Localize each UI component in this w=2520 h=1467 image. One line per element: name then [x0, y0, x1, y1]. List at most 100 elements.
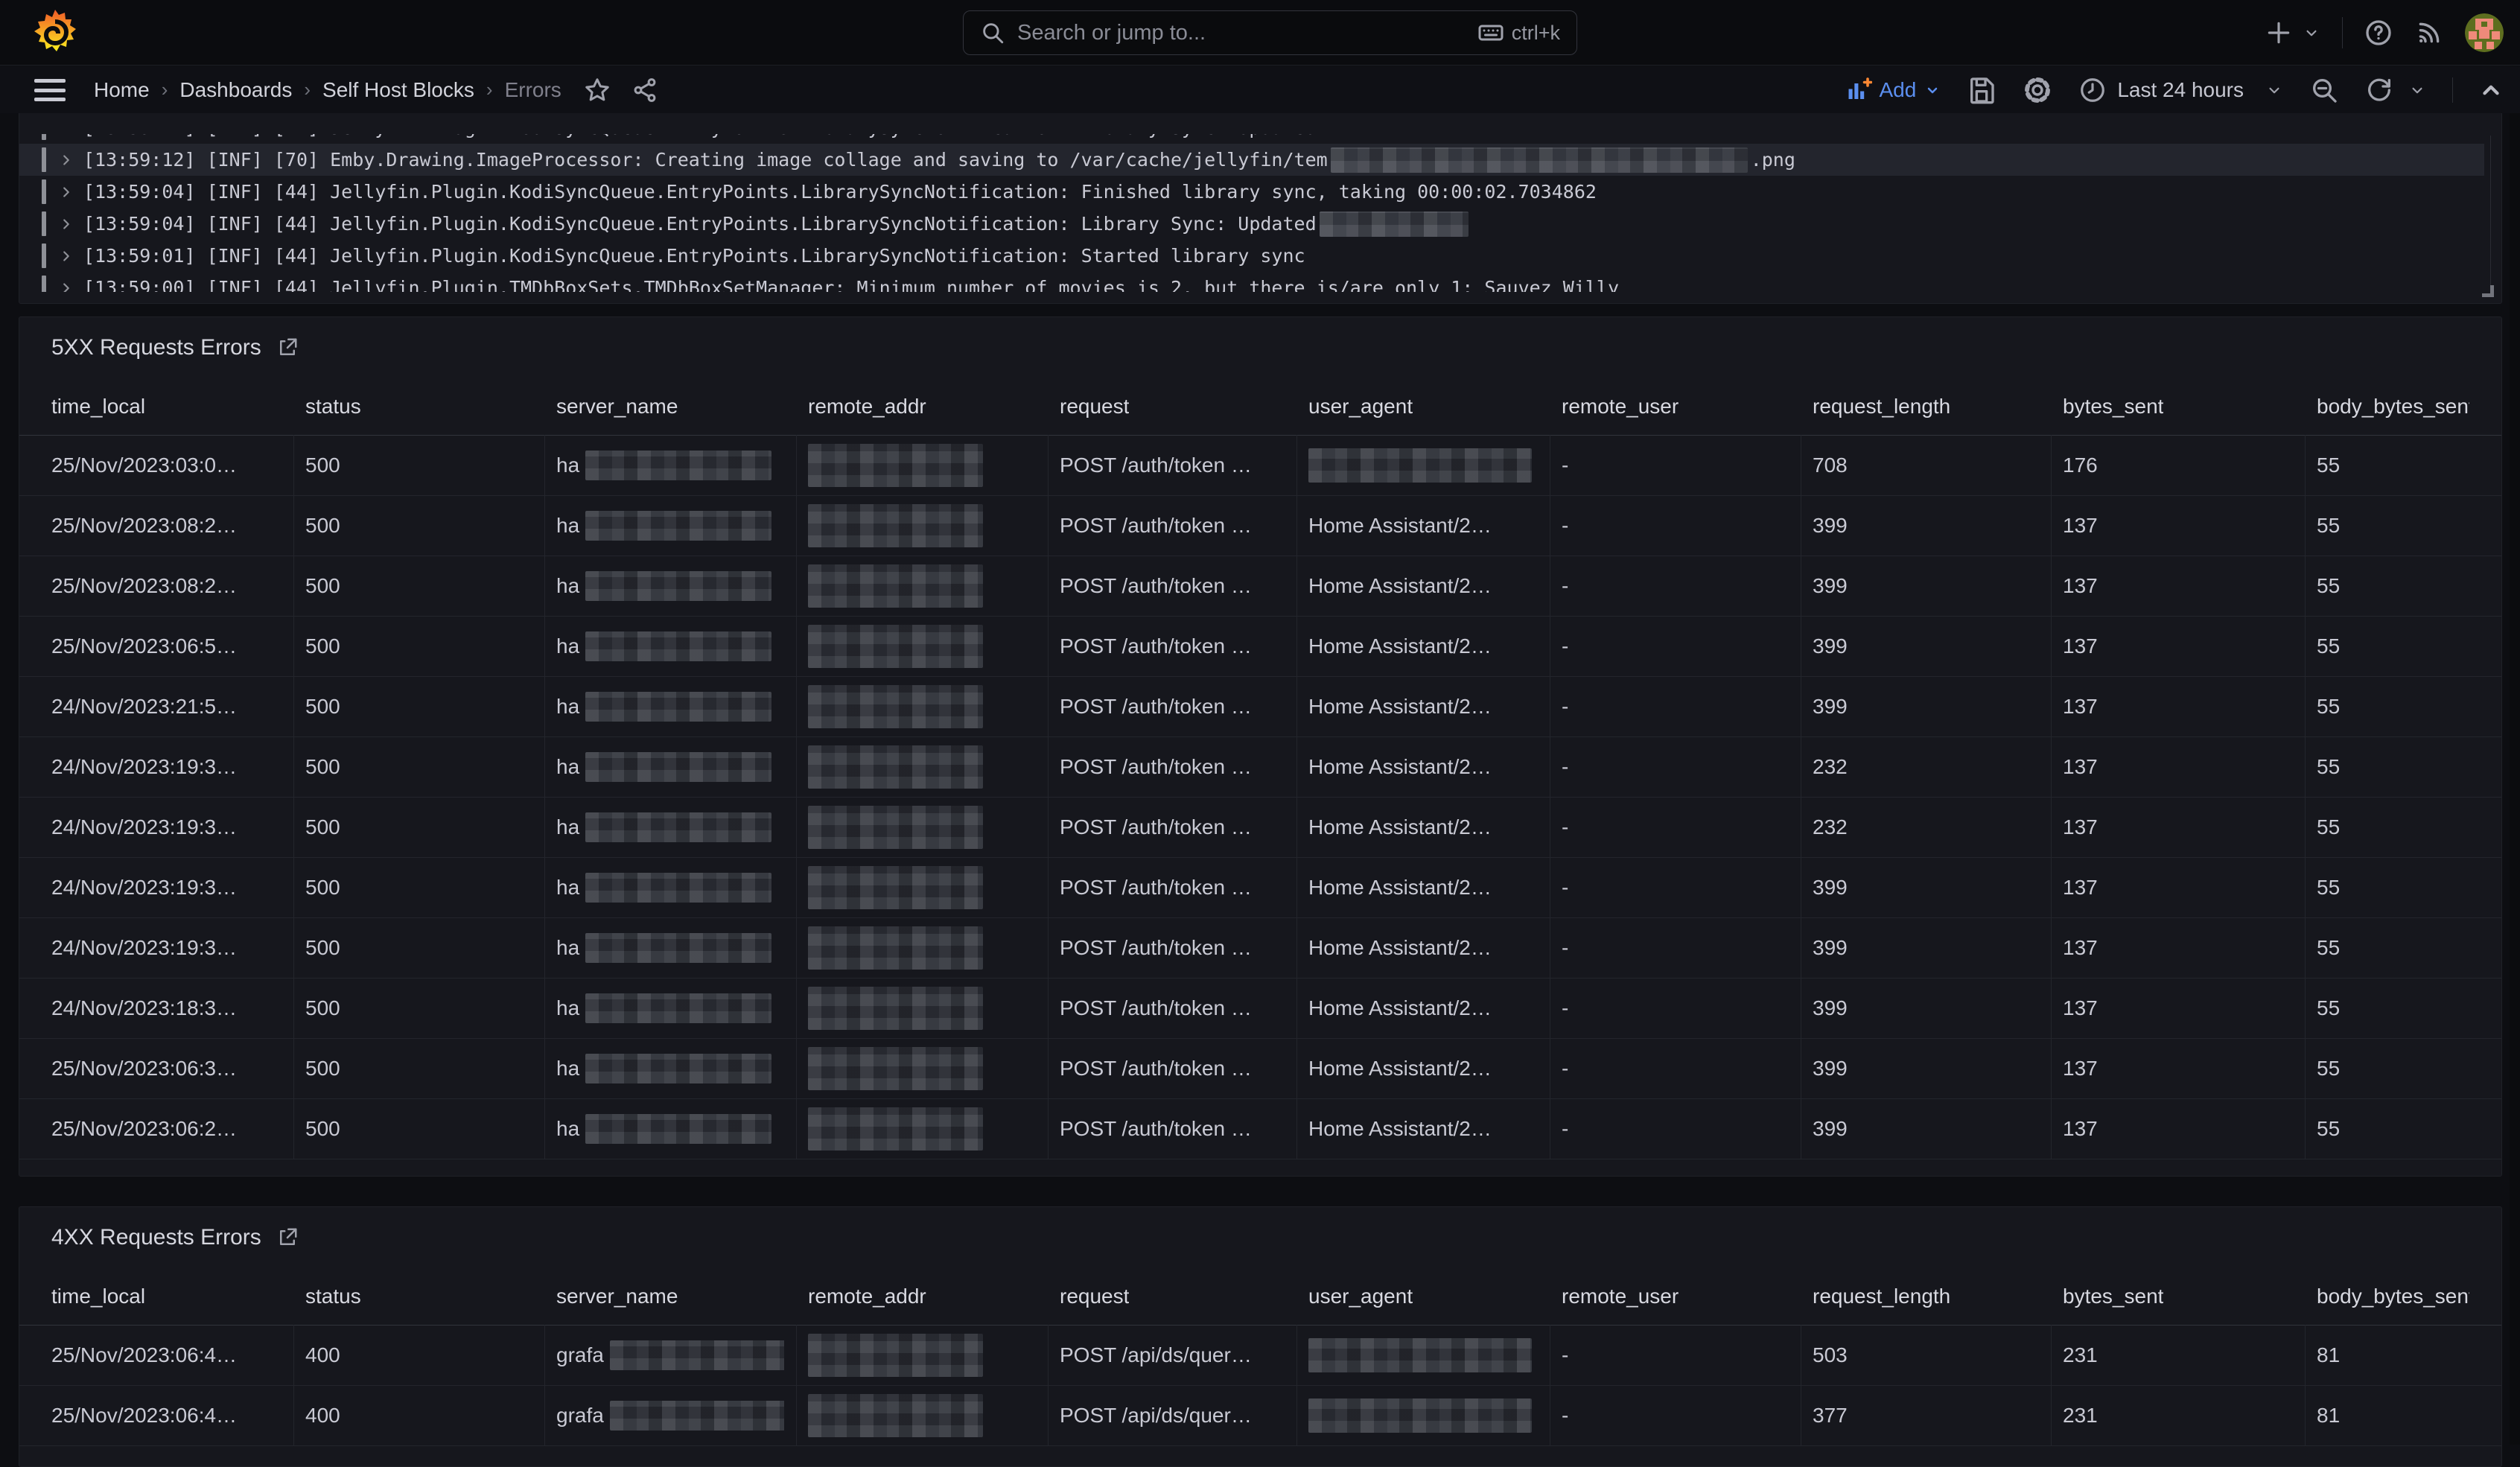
cell-request[interactable]: POST /auth/token …	[1060, 1098, 1285, 1159]
cell-remote_addr[interactable]	[808, 797, 1036, 857]
cell-body_bytes_sent[interactable]: 55	[2317, 556, 2480, 616]
cell-remote_user[interactable]: -	[1562, 797, 1789, 857]
column-header-time_local[interactable]: time_local	[51, 392, 145, 421]
cell-bytes_sent[interactable]: 137	[2063, 1098, 2293, 1159]
column-header-user_agent[interactable]: user_agent	[1308, 392, 1413, 421]
cell-time_local[interactable]: 25/Nov/2023:06:3…	[51, 1038, 281, 1098]
cell-user_agent[interactable]: Home Assistant/2…	[1308, 736, 1538, 797]
cell-body_bytes_sent[interactable]: 55	[2317, 978, 2480, 1038]
cell-request_length[interactable]: 399	[1813, 857, 2039, 917]
cell-time_local[interactable]: 24/Nov/2023:21:5…	[51, 676, 281, 736]
cell-request[interactable]: POST /auth/token …	[1060, 616, 1285, 676]
cell-time_local[interactable]: 25/Nov/2023:06:5…	[51, 616, 281, 676]
cell-server_name[interactable]: ha	[556, 978, 784, 1038]
cell-remote_addr[interactable]	[808, 1038, 1036, 1098]
cell-request[interactable]: POST /api/ds/quer…	[1060, 1385, 1285, 1445]
cell-server_name[interactable]: ha	[556, 797, 784, 857]
cell-request[interactable]: POST /auth/token …	[1060, 495, 1285, 556]
news-rss-icon[interactable]	[2414, 18, 2444, 48]
cell-request[interactable]: POST /auth/token …	[1060, 556, 1285, 616]
log-expand-icon[interactable]	[58, 184, 74, 200]
cell-body_bytes_sent[interactable]: 55	[2317, 1098, 2480, 1159]
zoom-out-icon[interactable]	[2309, 75, 2339, 105]
cell-remote_addr[interactable]	[808, 917, 1036, 978]
cell-bytes_sent[interactable]: 231	[2063, 1325, 2293, 1385]
cell-remote_addr[interactable]	[808, 495, 1036, 556]
column-header-server_name[interactable]: server_name	[556, 1282, 678, 1311]
cell-body_bytes_sent[interactable]: 81	[2317, 1325, 2480, 1385]
cell-request[interactable]: POST /auth/token …	[1060, 917, 1285, 978]
cell-server_name[interactable]: ha	[556, 917, 784, 978]
cell-status[interactable]: 500	[305, 917, 532, 978]
cell-server_name[interactable]: grafa	[556, 1385, 784, 1445]
cell-status[interactable]: 500	[305, 978, 532, 1038]
cell-status[interactable]: 400	[305, 1385, 532, 1445]
cell-request_length[interactable]: 399	[1813, 978, 2039, 1038]
column-header-body_bytes_sent[interactable]: body_bytes_sent	[2317, 392, 2469, 421]
cell-user_agent[interactable]: Home Assistant/2…	[1308, 917, 1538, 978]
cell-status[interactable]: 500	[305, 736, 532, 797]
cell-user_agent[interactable]: Home Assistant/2…	[1308, 495, 1538, 556]
cell-body_bytes_sent[interactable]: 55	[2317, 917, 2480, 978]
cell-user_agent[interactable]: Home Assistant/2…	[1308, 797, 1538, 857]
cell-request_length[interactable]: 232	[1813, 736, 2039, 797]
cell-request_length[interactable]: 399	[1813, 1098, 2039, 1159]
log-row[interactable]: [13:59:01] [INF] [44] Jellyfin.Plugin.Ko…	[19, 240, 2484, 272]
cell-server_name[interactable]: ha	[556, 676, 784, 736]
cell-body_bytes_sent[interactable]: 55	[2317, 736, 2480, 797]
cell-remote_addr[interactable]	[808, 857, 1036, 917]
logs-scrollbar[interactable]	[2490, 136, 2491, 290]
column-header-time_local[interactable]: time_local	[51, 1282, 145, 1311]
column-header-remote_user[interactable]: remote_user	[1562, 392, 1679, 421]
cell-request[interactable]: POST /auth/token …	[1060, 1038, 1285, 1098]
cell-bytes_sent[interactable]: 137	[2063, 495, 2293, 556]
cell-bytes_sent[interactable]: 137	[2063, 917, 2293, 978]
cell-remote_user[interactable]: -	[1562, 1325, 1789, 1385]
cell-server_name[interactable]: grafa	[556, 1325, 784, 1385]
cell-status[interactable]: 500	[305, 857, 532, 917]
cell-remote_addr[interactable]	[808, 435, 1036, 495]
column-header-bytes_sent[interactable]: bytes_sent	[2063, 1282, 2163, 1311]
cell-server_name[interactable]: ha	[556, 435, 784, 495]
help-icon[interactable]	[2364, 18, 2393, 48]
log-row[interactable]: [13:59:12] [INF] [70] Emby.Drawing.Image…	[19, 144, 2484, 176]
menu-toggle[interactable]	[34, 79, 66, 101]
log-row[interactable]: [13:59:04] [INF] [44] Jellyfin.Plugin.Ko…	[19, 208, 2484, 240]
cell-remote_user[interactable]: -	[1562, 917, 1789, 978]
favorite-star-icon[interactable]	[584, 77, 611, 104]
cell-remote_addr[interactable]	[808, 616, 1036, 676]
new-button[interactable]	[2265, 19, 2321, 47]
cell-user_agent[interactable]	[1308, 435, 1538, 495]
cell-remote_user[interactable]: -	[1562, 857, 1789, 917]
log-expand-icon[interactable]	[58, 248, 74, 264]
cell-request_length[interactable]: 377	[1813, 1385, 2039, 1445]
cell-bytes_sent[interactable]: 137	[2063, 676, 2293, 736]
column-header-remote_user[interactable]: remote_user	[1562, 1282, 1679, 1311]
cell-request_length[interactable]: 399	[1813, 676, 2039, 736]
cell-status[interactable]: 500	[305, 556, 532, 616]
cell-body_bytes_sent[interactable]: 55	[2317, 797, 2480, 857]
cell-request_length[interactable]: 399	[1813, 1038, 2039, 1098]
time-range-picker[interactable]: Last 24 hours	[2078, 76, 2284, 104]
cell-remote_user[interactable]: -	[1562, 1385, 1789, 1445]
cell-remote_user[interactable]: -	[1562, 556, 1789, 616]
cell-user_agent[interactable]: Home Assistant/2…	[1308, 556, 1538, 616]
column-header-user_agent[interactable]: user_agent	[1308, 1282, 1413, 1311]
cell-user_agent[interactable]: Home Assistant/2…	[1308, 1098, 1538, 1159]
cell-request_length[interactable]: 708	[1813, 435, 2039, 495]
cell-time_local[interactable]: 24/Nov/2023:19:3…	[51, 736, 281, 797]
cell-server_name[interactable]: ha	[556, 1098, 784, 1159]
cell-request_length[interactable]: 503	[1813, 1325, 2039, 1385]
cell-time_local[interactable]: 24/Nov/2023:18:3…	[51, 978, 281, 1038]
breadcrumb-item-self-host-blocks[interactable]: Self Host Blocks	[322, 78, 474, 102]
cell-request[interactable]: POST /auth/token …	[1060, 797, 1285, 857]
cell-server_name[interactable]: ha	[556, 857, 784, 917]
cell-time_local[interactable]: 25/Nov/2023:03:0…	[51, 435, 281, 495]
cell-request_length[interactable]: 399	[1813, 495, 2039, 556]
log-row[interactable]: [13:59:04] [INF] [44] Jellyfin.Plugin.Ko…	[19, 176, 2484, 208]
cell-bytes_sent[interactable]: 137	[2063, 556, 2293, 616]
cell-bytes_sent[interactable]: 137	[2063, 1038, 2293, 1098]
cell-remote_addr[interactable]	[808, 978, 1036, 1038]
column-header-request[interactable]: request	[1060, 392, 1129, 421]
cell-bytes_sent[interactable]: 137	[2063, 797, 2293, 857]
